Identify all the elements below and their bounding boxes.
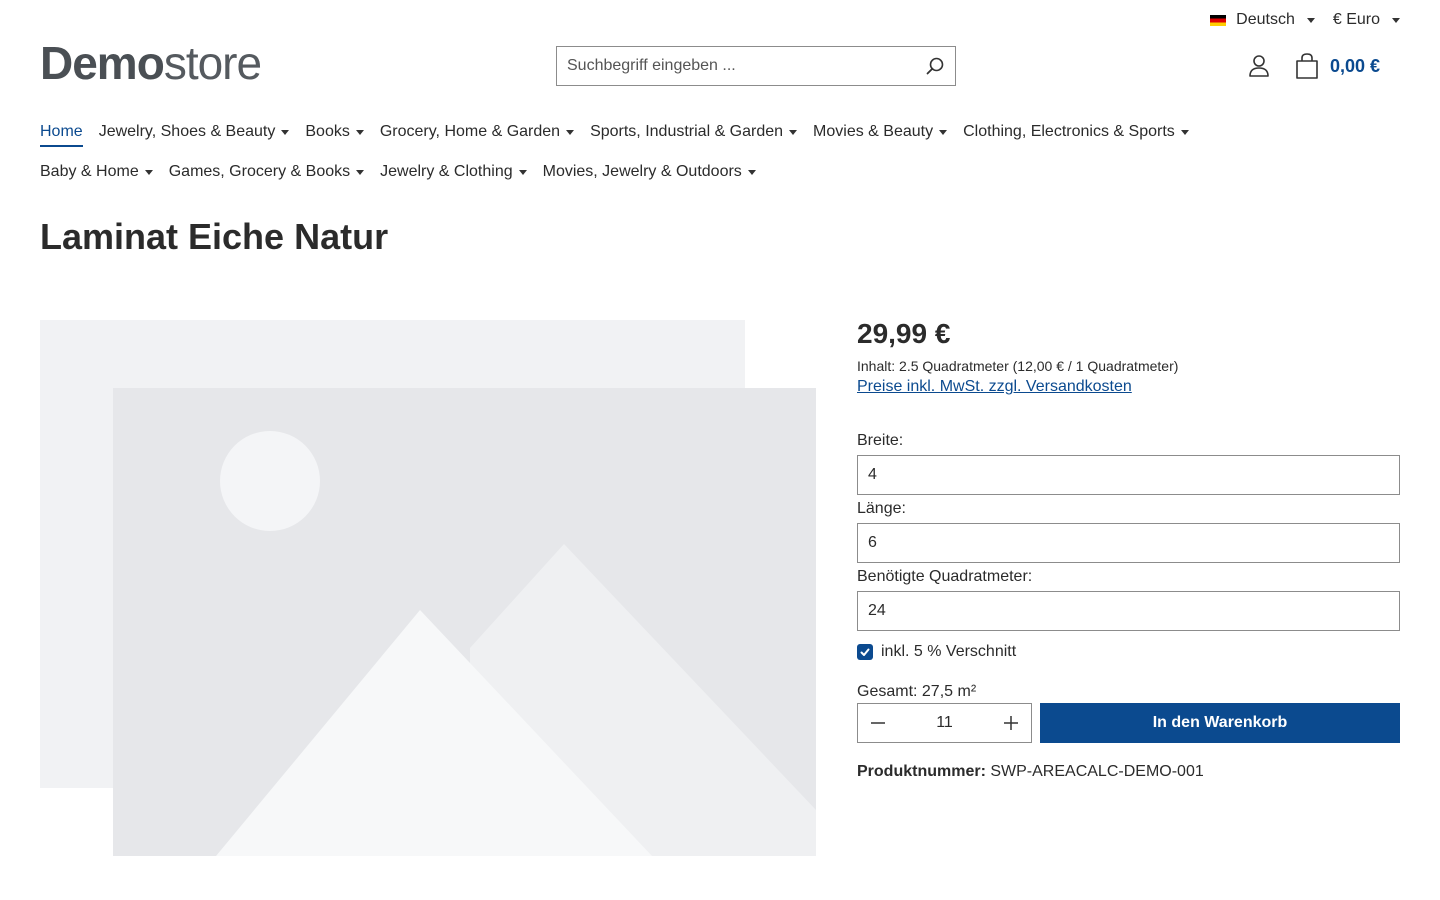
nav-item-label: Grocery, Home & Garden [379,123,561,140]
product-price: 29,99 € [857,318,951,349]
cart-button[interactable]: 0,00 € [1294,50,1380,82]
waste-checkbox-label: inkl. 5 % Verschnitt [881,643,1017,660]
product-image-placeholder[interactable] [40,318,816,858]
width-field-wrapper [857,455,1400,495]
language-selector[interactable]: Deutsch [1210,8,1315,32]
width-label: Breite: [857,432,904,449]
length-label: Länge: [857,500,906,517]
logo-light-text: store [163,37,262,89]
logo-bold-text: Demo [40,37,165,89]
nav-item-label: Baby & Home [40,163,139,180]
main-navigation: Home Jewelry, Shoes & Beauty Books Groce… [40,118,1400,198]
minus-icon [871,722,885,724]
account-button[interactable] [1246,53,1272,79]
length-input[interactable] [868,534,1389,552]
sqm-input[interactable] [868,602,1389,620]
product-number-label: Produktnummer: [857,763,986,780]
chevron-down-icon [1180,129,1189,135]
chevron-down-icon [355,129,364,135]
nav-item-jewelry-clothing[interactable]: Jewelry & Clothing [380,158,527,186]
currency-selector[interactable]: € Euro [1333,8,1400,32]
purchase-actions: 11 In den Warenkorb [857,703,1400,743]
chevron-down-icon [1392,17,1400,23]
currency-label: € Euro [1332,11,1380,28]
nav-item-sports-industrial-garden[interactable]: Sports, Industrial & Garden [590,118,798,146]
waste-checkbox[interactable] [857,644,873,660]
product-title: Laminat Eiche Natur [40,216,389,257]
nav-row-2: Baby & Home Games, Grocery & Books Jewel… [40,158,1400,186]
nav-item-home[interactable]: Home [40,118,83,147]
chevron-down-icon [566,129,575,135]
nav-item-label: Jewelry & Clothing [380,163,513,180]
nav-item-label: Movies, Jewelry & Outdoors [542,163,742,180]
chevron-down-icon [789,129,798,135]
nav-item-label: Clothing, Electronics & Sports [963,123,1175,140]
chevron-down-icon [518,169,527,175]
waste-option: inkl. 5 % Verschnitt [857,643,1400,661]
nav-item-label: Books [305,123,350,140]
nav-item-jewelry-shoes-beauty[interactable]: Jewelry, Shoes & Beauty [99,118,290,146]
nav-item-label: Home [40,123,83,140]
tax-shipping-link[interactable]: Preise inkl. MwSt. zzgl. Versandkosten [857,378,1132,396]
nav-item-label: Jewelry, Shoes & Beauty [98,123,276,140]
user-icon [1249,55,1269,77]
nav-item-label: Sports, Industrial & Garden [590,123,784,140]
nav-item-grocery-home-garden[interactable]: Grocery, Home & Garden [379,118,575,146]
checkmark-icon [860,648,870,656]
nav-item-games-grocery-books[interactable]: Games, Grocery & Books [168,158,365,186]
nav-item-clothing-electronics-sports[interactable]: Clothing, Electronics & Sports [963,118,1189,146]
chevron-down-icon [939,129,948,135]
chevron-down-icon [747,169,756,175]
topbar: Deutsch € Euro [1210,8,1400,32]
width-input[interactable] [868,466,1389,484]
chevron-down-icon [1306,17,1315,23]
total-area: Gesamt: 27,5 m² [857,683,977,700]
nav-item-label: Movies & Beauty [813,123,934,140]
length-field-wrapper [857,523,1400,563]
german-flag-icon [1210,14,1227,26]
nav-item-books[interactable]: Books [305,118,364,146]
product-number: Produktnummer: SWP-AREACALC-DEMO-001 [857,763,1400,781]
nav-item-movies-jewelry-outdoors[interactable]: Movies, Jewelry & Outdoors [543,158,756,186]
product-content-info: Inhalt: 2.5 Quadratmeter (12,00 € / 1 Qu… [857,358,1179,374]
search-input[interactable] [557,47,915,85]
image-placeholder-icon [40,320,816,856]
shopping-bag-icon [1296,53,1318,79]
search-icon [926,57,944,75]
store-logo[interactable]: Demostore [40,37,262,89]
chevron-down-icon [356,169,365,175]
nav-item-label: Games, Grocery & Books [168,163,351,180]
nav-item-baby-home[interactable]: Baby & Home [40,158,153,186]
quantity-increase-button[interactable] [991,704,1031,742]
sqm-label: Benötigte Quadratmeter: [857,568,1033,585]
nav-item-movies-beauty[interactable]: Movies & Beauty [813,118,948,146]
sqm-field-wrapper [857,591,1400,631]
quantity-stepper: 11 [857,703,1032,743]
product-number-value: SWP-AREACALC-DEMO-001 [990,763,1204,780]
chevron-down-icon [144,169,153,175]
buy-box: 29,99 € Inhalt: 2.5 Quadratmeter (12,00 … [857,318,1400,781]
quantity-value[interactable]: 11 [898,714,991,732]
search-button[interactable] [915,47,955,85]
language-label: Deutsch [1236,11,1295,28]
area-calculator: Breite: Länge: Benötigte Quadratmeter: i… [857,432,1400,701]
search-bar [556,46,956,86]
plus-icon [1004,716,1018,730]
add-to-cart-button[interactable]: In den Warenkorb [1040,703,1400,743]
nav-row-1: Home Jewelry, Shoes & Beauty Books Groce… [40,118,1400,147]
quantity-decrease-button[interactable] [858,704,898,742]
cart-total: 0,00 € [1330,55,1381,76]
chevron-down-icon [281,129,290,135]
